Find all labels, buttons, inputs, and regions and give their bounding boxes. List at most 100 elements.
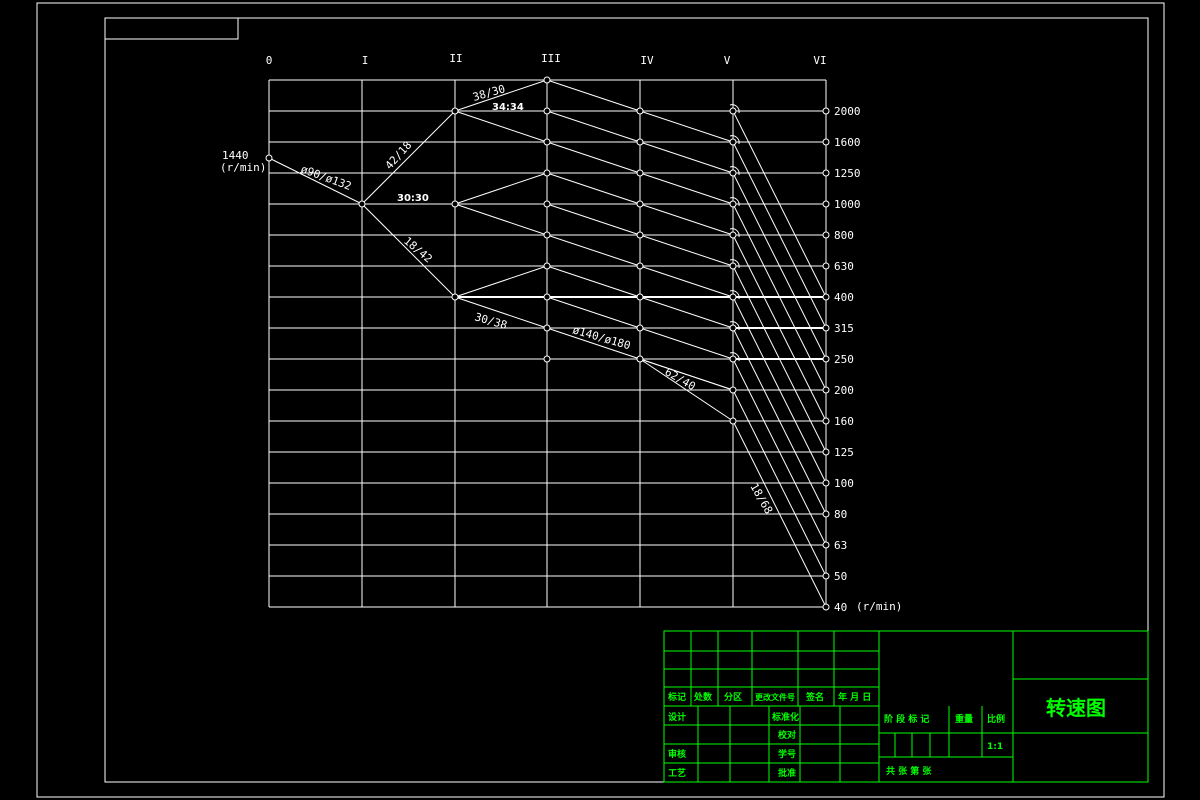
- transmission-line: [546, 234, 641, 267]
- code-box: [104, 17, 239, 40]
- speed-label: 1000: [834, 198, 861, 211]
- speed-node: [729, 386, 737, 394]
- speed-grid: [268, 79, 827, 608]
- ratio-g5: 34:34: [492, 102, 524, 113]
- speed-node: [729, 200, 737, 208]
- speed-node: [822, 541, 830, 549]
- speed-label: 125: [834, 446, 854, 459]
- speed-node: [822, 293, 830, 301]
- outer-frame: [36, 2, 1165, 798]
- speed-node: [822, 200, 830, 208]
- speed-node: [729, 262, 737, 270]
- speed-node: [636, 231, 644, 239]
- speed-node: [543, 107, 551, 115]
- speed-label: 315: [834, 322, 854, 335]
- speed-node: [543, 76, 551, 84]
- transmission-line: [546, 172, 641, 205]
- speed-label: 630: [834, 260, 854, 273]
- transmission-line: [546, 110, 641, 143]
- tb-change-doc: 更改文件号: [755, 692, 795, 702]
- shaft-label-6: VI: [813, 54, 826, 67]
- shaft-label-2: II: [449, 52, 462, 65]
- tb-count: 处数: [693, 691, 713, 703]
- speed-node: [822, 417, 830, 425]
- speed-label: 250: [834, 353, 854, 366]
- input-speed-unit: (r/min): [220, 161, 266, 174]
- ratio-g4: 38/30: [471, 82, 506, 104]
- speed-label: 80: [834, 508, 847, 521]
- speed-diagram-canvas: 0 I II III IV V VI 1440 (r/min) 20001600…: [36, 2, 1165, 798]
- speed-label: 50: [834, 570, 847, 583]
- speed-label: 63: [834, 539, 847, 552]
- speed-label: 100: [834, 477, 854, 490]
- transmission-line: [361, 110, 456, 205]
- shaft-label-5: V: [724, 54, 731, 67]
- speed-node: [636, 138, 644, 146]
- speed-node: [822, 510, 830, 518]
- transmission-line: [639, 327, 734, 360]
- speed-label: 200: [834, 384, 854, 397]
- tb-scale: 比例: [987, 713, 1005, 725]
- transmission-line: [454, 203, 548, 236]
- shaft-label-4: IV: [640, 54, 654, 67]
- ratio-g8: 18/68: [747, 481, 775, 516]
- transmission-line: [639, 141, 734, 174]
- transmission-line: [546, 265, 641, 298]
- tb-zone: 分区: [724, 691, 742, 703]
- shaft-label-0: 0: [266, 54, 273, 67]
- ratio-g3: 18/42: [401, 234, 435, 265]
- speed-node: [636, 169, 644, 177]
- tb-approve: 批准: [778, 767, 796, 779]
- speed-node: [636, 293, 644, 301]
- transmission-line: [546, 296, 641, 329]
- speed-node: [729, 324, 737, 332]
- speed-node: [451, 293, 459, 301]
- drawing-title: 转速图: [1046, 696, 1106, 720]
- inner-frame: [104, 17, 1149, 783]
- speed-node: [822, 386, 830, 394]
- transmission-line: [639, 172, 734, 205]
- transmission-line: [454, 110, 548, 143]
- transmission-line: [639, 234, 734, 267]
- speed-node: [543, 138, 551, 146]
- speed-node: [451, 200, 459, 208]
- speed-label: 160: [834, 415, 854, 428]
- speed-node: [822, 572, 830, 580]
- speed-labels: 2000 1600 1250 1000 800 630 400 315 250 200 160 125…: [834, 105, 861, 614]
- speed-label: 1600: [834, 136, 861, 149]
- speed-node: [822, 262, 830, 270]
- speed-label: 1250: [834, 167, 861, 180]
- speed-node: [729, 417, 737, 425]
- speed-node: [543, 169, 551, 177]
- shaft-labels: 0 I II III IV V VI: [266, 52, 827, 67]
- transmission-line: [639, 296, 734, 329]
- tb-sheets: 共 张 第 张: [886, 765, 932, 777]
- speed-node: [636, 107, 644, 115]
- speed-node: [451, 107, 459, 115]
- speed-label: 400: [834, 291, 854, 304]
- speed-node: [543, 200, 551, 208]
- transmission-line: [454, 265, 548, 298]
- speed-node: [636, 262, 644, 270]
- tb-scale-value: 1:1: [987, 742, 1003, 752]
- speed-label: 40: [834, 601, 847, 614]
- speed-node: [729, 107, 737, 115]
- speed-node: [822, 355, 830, 363]
- speed-node: [358, 200, 366, 208]
- tb-process: 工艺: [668, 767, 686, 779]
- speed-node: [822, 138, 830, 146]
- ratio-g7: 62/40: [663, 365, 698, 393]
- speed-node: [636, 200, 644, 208]
- speed-node: [729, 355, 737, 363]
- tb-weight: 重量: [955, 713, 973, 725]
- speed-node: [543, 262, 551, 270]
- transmission-line: [639, 110, 734, 143]
- speed-node: [265, 154, 273, 162]
- speed-node: [729, 169, 737, 177]
- transmission-line: [454, 172, 548, 205]
- speed-node: [822, 479, 830, 487]
- tb-stage-mark: 阶 段 标 记: [884, 713, 929, 725]
- speed-node: [543, 324, 551, 332]
- transmission-line: [639, 265, 734, 298]
- speed-node: [543, 231, 551, 239]
